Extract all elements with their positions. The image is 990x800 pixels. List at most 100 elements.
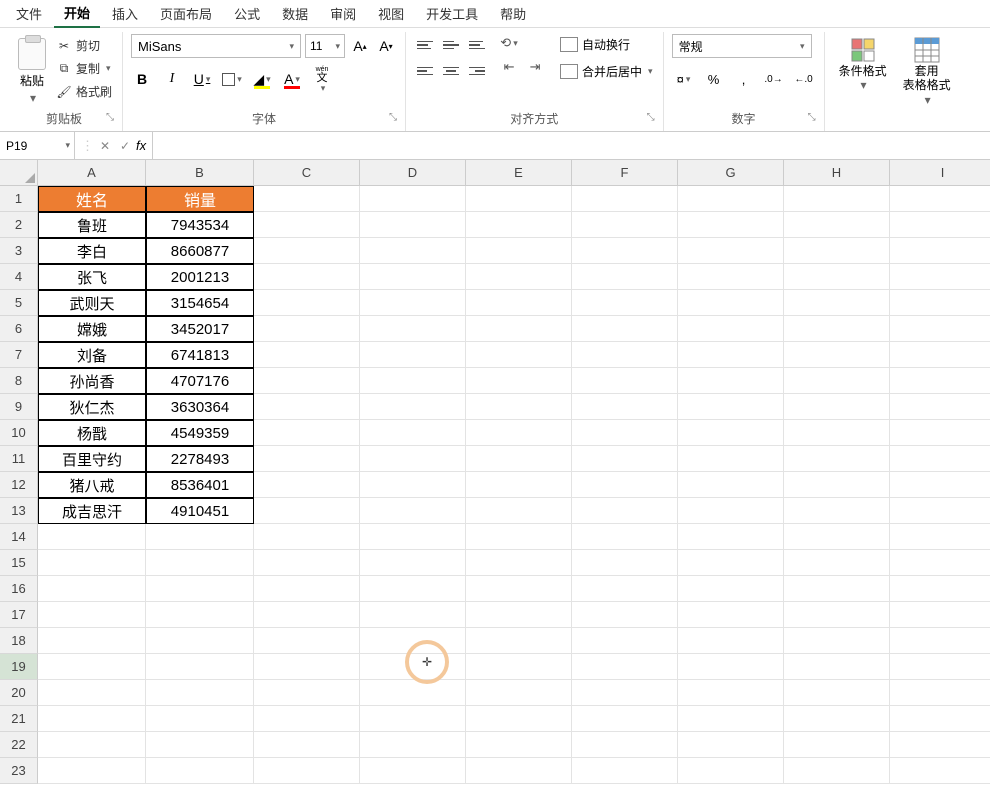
cell-H7[interactable] <box>784 342 890 368</box>
cell-I2[interactable] <box>890 212 990 238</box>
column-header-E[interactable]: E <box>466 160 572 186</box>
cell-G22[interactable] <box>678 732 784 758</box>
cell-H6[interactable] <box>784 316 890 342</box>
cell-B14[interactable] <box>146 524 254 550</box>
cell-A2[interactable]: 鲁班 <box>38 212 146 238</box>
decrease-indent-button[interactable]: ⇤ <box>498 58 520 76</box>
cell-A10[interactable]: 杨戬 <box>38 420 146 446</box>
decrease-decimal-button[interactable]: ←.0 <box>792 68 816 90</box>
row-header-12[interactable]: 12 <box>0 472 38 498</box>
cell-A12[interactable]: 猪八戒 <box>38 472 146 498</box>
conditional-format-button[interactable]: 条件格式▾ <box>833 34 893 95</box>
number-launcher[interactable]: ⤡ <box>808 112 816 123</box>
cell-G8[interactable] <box>678 368 784 394</box>
cell-D17[interactable] <box>360 602 466 628</box>
row-header-19[interactable]: 19 <box>0 654 38 680</box>
font-name-select[interactable]: MiSans▾ <box>131 34 301 58</box>
cell-C22[interactable] <box>254 732 360 758</box>
cell-D2[interactable] <box>360 212 466 238</box>
orientation-button[interactable]: ⟲▾ <box>498 34 520 52</box>
cell-I10[interactable] <box>890 420 990 446</box>
column-header-A[interactable]: A <box>38 160 146 186</box>
cell-F15[interactable] <box>572 550 678 576</box>
cell-H5[interactable] <box>784 290 890 316</box>
cell-F10[interactable] <box>572 420 678 446</box>
cell-F13[interactable] <box>572 498 678 524</box>
cell-E16[interactable] <box>466 576 572 602</box>
cell-C5[interactable] <box>254 290 360 316</box>
cell-C7[interactable] <box>254 342 360 368</box>
cell-D22[interactable] <box>360 732 466 758</box>
cell-D10[interactable] <box>360 420 466 446</box>
cell-I9[interactable] <box>890 394 990 420</box>
align-bottom-button[interactable] <box>466 34 488 56</box>
currency-button[interactable]: ¤▾ <box>672 68 696 90</box>
cell-C10[interactable] <box>254 420 360 446</box>
cell-F11[interactable] <box>572 446 678 472</box>
cell-E21[interactable] <box>466 706 572 732</box>
increase-indent-button[interactable]: ⇥ <box>524 58 546 76</box>
confirm-formula-button[interactable]: ✓ <box>116 139 134 153</box>
cell-I12[interactable] <box>890 472 990 498</box>
cell-B5[interactable]: 3154654 <box>146 290 254 316</box>
cell-I17[interactable] <box>890 602 990 628</box>
cell-A3[interactable]: 李白 <box>38 238 146 264</box>
cell-D11[interactable] <box>360 446 466 472</box>
cell-B18[interactable] <box>146 628 254 654</box>
cell-E20[interactable] <box>466 680 572 706</box>
cell-H20[interactable] <box>784 680 890 706</box>
cell-F14[interactable] <box>572 524 678 550</box>
cell-A19[interactable] <box>38 654 146 680</box>
cell-E11[interactable] <box>466 446 572 472</box>
cell-I14[interactable] <box>890 524 990 550</box>
cell-G4[interactable] <box>678 264 784 290</box>
cell-E14[interactable] <box>466 524 572 550</box>
cell-I23[interactable] <box>890 758 990 784</box>
cell-A18[interactable] <box>38 628 146 654</box>
cell-B23[interactable] <box>146 758 254 784</box>
cell-E18[interactable] <box>466 628 572 654</box>
cell-I1[interactable] <box>890 186 990 212</box>
insert-function-button[interactable]: fx <box>136 138 146 153</box>
cell-C20[interactable] <box>254 680 360 706</box>
row-header-7[interactable]: 7 <box>0 342 38 368</box>
cell-H19[interactable] <box>784 654 890 680</box>
cell-I11[interactable] <box>890 446 990 472</box>
cell-F2[interactable] <box>572 212 678 238</box>
cell-G9[interactable] <box>678 394 784 420</box>
cell-F21[interactable] <box>572 706 678 732</box>
cell-B17[interactable] <box>146 602 254 628</box>
cell-D15[interactable] <box>360 550 466 576</box>
cell-H10[interactable] <box>784 420 890 446</box>
cancel-formula-button[interactable]: ✕ <box>96 139 114 153</box>
cell-H4[interactable] <box>784 264 890 290</box>
cell-F6[interactable] <box>572 316 678 342</box>
cell-A13[interactable]: 成吉思汗 <box>38 498 146 524</box>
cell-I20[interactable] <box>890 680 990 706</box>
cell-E17[interactable] <box>466 602 572 628</box>
cell-G20[interactable] <box>678 680 784 706</box>
format-as-table-button[interactable]: 套用 表格格式▾ <box>897 34 957 109</box>
cell-G23[interactable] <box>678 758 784 784</box>
increase-decimal-button[interactable]: .0→ <box>762 68 786 90</box>
cell-E23[interactable] <box>466 758 572 784</box>
cell-C12[interactable] <box>254 472 360 498</box>
cell-F1[interactable] <box>572 186 678 212</box>
row-header-20[interactable]: 20 <box>0 680 38 706</box>
cell-I7[interactable] <box>890 342 990 368</box>
cell-F7[interactable] <box>572 342 678 368</box>
increase-font-button[interactable]: A▴ <box>349 35 371 57</box>
cell-C1[interactable] <box>254 186 360 212</box>
column-header-H[interactable]: H <box>784 160 890 186</box>
cell-B9[interactable]: 3630364 <box>146 394 254 420</box>
cell-C18[interactable] <box>254 628 360 654</box>
row-header-10[interactable]: 10 <box>0 420 38 446</box>
cell-F3[interactable] <box>572 238 678 264</box>
cell-B20[interactable] <box>146 680 254 706</box>
row-header-23[interactable]: 23 <box>0 758 38 784</box>
cell-G15[interactable] <box>678 550 784 576</box>
formula-input[interactable] <box>153 132 990 159</box>
cell-H14[interactable] <box>784 524 890 550</box>
row-header-8[interactable]: 8 <box>0 368 38 394</box>
menu-item-6[interactable]: 审阅 <box>320 0 366 27</box>
